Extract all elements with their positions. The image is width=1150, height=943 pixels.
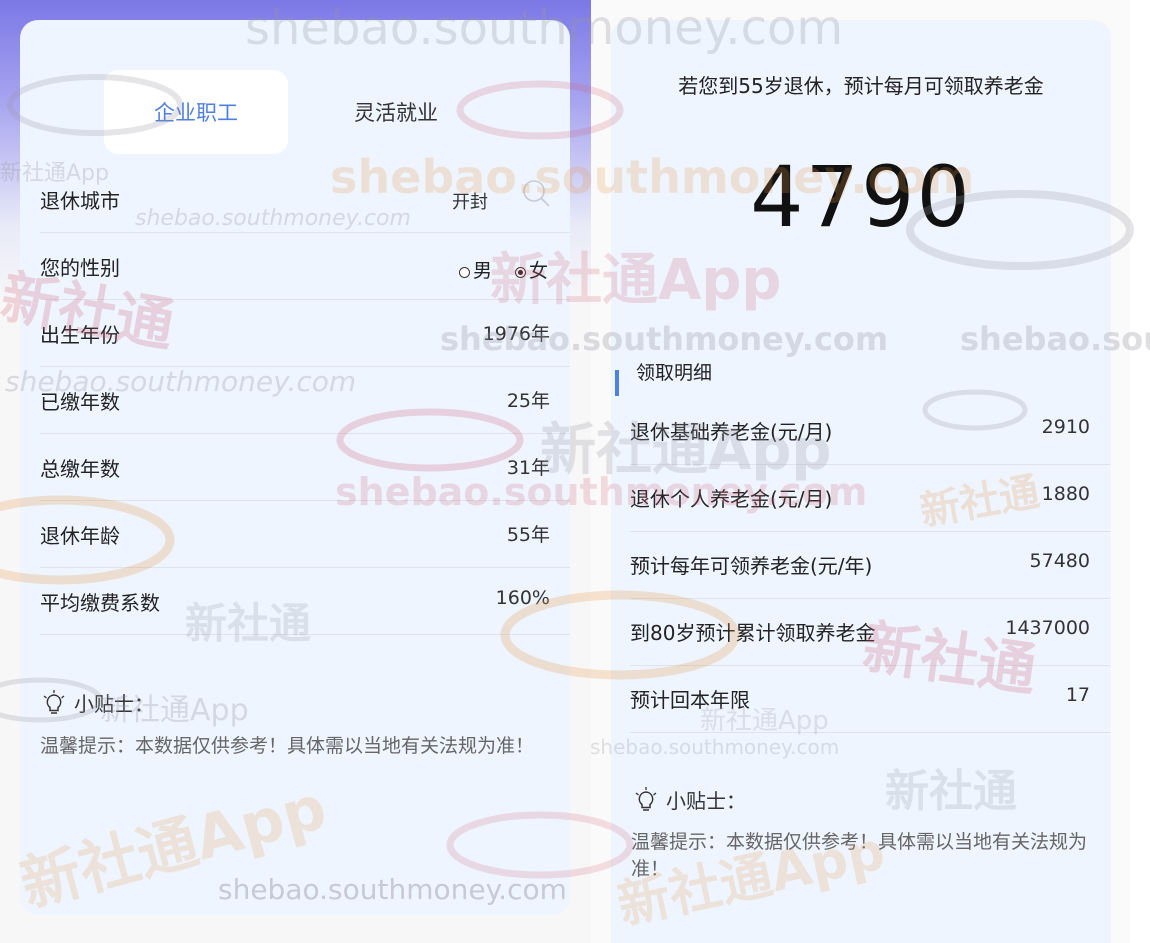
logo-watermark-layer <box>0 74 1134 879</box>
logo-watermark <box>336 408 524 472</box>
logo-watermark <box>7 74 183 136</box>
logo-watermark <box>906 190 1134 270</box>
logo-watermark <box>500 590 740 680</box>
logo-watermark <box>0 495 175 585</box>
logo-watermark <box>456 80 624 140</box>
logo-watermark <box>446 811 634 879</box>
logo-watermark <box>0 677 103 723</box>
logo-watermark <box>922 389 1028 431</box>
